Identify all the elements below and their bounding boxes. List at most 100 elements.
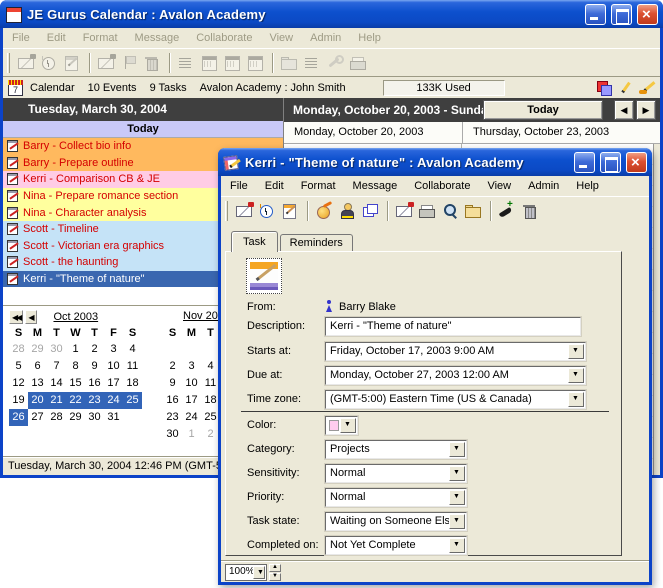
calendar-day[interactable]: 11 (123, 358, 142, 375)
calendar-day[interactable]: 10 (104, 358, 123, 375)
calendar-day[interactable]: 22 (66, 392, 85, 409)
prev-week-icon[interactable]: ◀ (614, 100, 634, 120)
calendar-day[interactable]: 1 (66, 341, 85, 358)
calendar-day[interactable]: 5 (9, 358, 28, 375)
menu-collaborate[interactable]: Collaborate (196, 32, 252, 44)
tab-task[interactable]: Task (231, 231, 278, 252)
dialog-titlebar[interactable]: Kerri - "Theme of nature" : Avalon Acade… (218, 148, 652, 176)
menu-file[interactable]: File (230, 180, 248, 192)
calendar-day[interactable]: 23 (163, 409, 182, 426)
calendar-day[interactable]: 17 (182, 392, 201, 409)
flag-icon[interactable] (119, 53, 140, 73)
calendar-day[interactable]: 14 (47, 375, 66, 392)
calendar-day[interactable]: 10 (182, 375, 201, 392)
forward-icon[interactable] (360, 201, 381, 221)
calendar-day[interactable]: 20 (28, 392, 47, 409)
calendar-day[interactable]: 28 (9, 341, 28, 358)
chevron-down-icon[interactable] (568, 368, 584, 383)
prev-year-button[interactable] (9, 310, 23, 324)
new-reminder-icon[interactable] (257, 201, 278, 221)
chevron-down-icon[interactable] (449, 538, 465, 553)
chevron-down-icon[interactable] (449, 514, 465, 529)
day-view-icon[interactable] (245, 53, 266, 73)
calendar-day[interactable]: 3 (182, 358, 201, 375)
today-button[interactable]: Today (483, 100, 603, 120)
menu-collaborate[interactable]: Collaborate (414, 180, 470, 192)
sensitivity-select[interactable]: Normal (325, 464, 467, 483)
calendar-day[interactable]: 13 (28, 375, 47, 392)
calendar-day[interactable]: 12 (9, 375, 28, 392)
day-column-header-1[interactable]: Monday, October 20, 2003 (284, 122, 462, 143)
month-link-oct[interactable]: Oct 2003 (53, 311, 98, 323)
calendar-day[interactable]: 16 (85, 375, 104, 392)
menu-format[interactable]: Format (301, 180, 336, 192)
chevron-down-icon[interactable] (340, 418, 356, 433)
calendar-day[interactable]: 4 (123, 341, 142, 358)
prev-month-button[interactable] (25, 310, 37, 324)
menu-view[interactable]: View (487, 180, 511, 192)
calendar-day[interactable]: 1 (182, 426, 201, 443)
menu-message[interactable]: Message (353, 180, 398, 192)
calendar-day[interactable]: 24 (182, 409, 201, 426)
new-task-icon[interactable] (62, 53, 83, 73)
week-view-icon[interactable] (222, 53, 243, 73)
calendar-day[interactable]: 25 (123, 392, 142, 409)
calendar-day[interactable]: 2 (85, 341, 104, 358)
toolbar-grip[interactable] (7, 53, 10, 73)
color-select[interactable] (325, 416, 358, 435)
calendar-day[interactable]: 28 (47, 409, 66, 426)
spin-down-icon[interactable] (269, 573, 281, 581)
minimize-icon[interactable] (585, 4, 606, 25)
new-reminder-icon[interactable] (39, 53, 60, 73)
menu-edit[interactable]: Edit (47, 32, 66, 44)
menu-view[interactable]: View (269, 32, 293, 44)
calendar-day[interactable]: 30 (47, 341, 66, 358)
new-task-icon[interactable] (280, 201, 301, 221)
list-view-icon[interactable] (176, 53, 197, 73)
toolbar-grip[interactable] (225, 201, 228, 221)
print-icon[interactable] (348, 53, 369, 73)
calendar-page-icon[interactable]: 7 (8, 80, 23, 96)
calendar-day[interactable]: 24 (104, 392, 123, 409)
menu-help[interactable]: Help (358, 32, 381, 44)
menu-help[interactable]: Help (576, 180, 599, 192)
calendar-day[interactable]: 26 (9, 409, 28, 426)
file-folder-icon[interactable] (279, 53, 300, 73)
calendar-day[interactable]: 27 (28, 409, 47, 426)
contact-icon[interactable] (314, 201, 335, 221)
calendar-day[interactable]: 29 (28, 341, 47, 358)
calendar-day[interactable]: 23 (85, 392, 104, 409)
menu-message[interactable]: Message (135, 32, 180, 44)
dial-icon[interactable] (497, 201, 518, 221)
next-week-icon[interactable]: ▶ (636, 100, 656, 120)
calendar-day[interactable]: 21 (47, 392, 66, 409)
tab-reminders[interactable]: Reminders (280, 234, 353, 252)
chevron-down-icon[interactable] (449, 490, 465, 505)
maximize-icon[interactable] (611, 4, 632, 25)
menu-format[interactable]: Format (83, 32, 118, 44)
task-state-select[interactable]: Waiting on Someone Else (325, 512, 467, 531)
description-input[interactable]: Kerri - "Theme of nature" (325, 317, 581, 336)
find-icon[interactable] (440, 201, 461, 221)
mail-icon[interactable] (394, 201, 415, 221)
layers-icon[interactable] (597, 81, 611, 95)
day-column-header-2[interactable]: Thursday, October 23, 2003 (462, 122, 640, 143)
new-event-icon[interactable] (234, 201, 255, 221)
month-view-icon[interactable] (199, 53, 220, 73)
calendar-day[interactable]: 18 (123, 375, 142, 392)
close-icon[interactable] (626, 152, 647, 173)
attendee-icon[interactable] (337, 201, 358, 221)
calendar-day[interactable]: 30 (85, 409, 104, 426)
calendar-day[interactable]: 6 (28, 358, 47, 375)
calendar-day[interactable]: 7 (47, 358, 66, 375)
menu-edit[interactable]: Edit (265, 180, 284, 192)
timezone-select[interactable]: (GMT-5:00) Eastern Time (US & Canada) (325, 390, 586, 409)
minimize-icon[interactable] (574, 152, 595, 173)
calendar-day[interactable]: 2 (163, 358, 182, 375)
calendar-day[interactable]: 16 (163, 392, 182, 409)
calendar-day[interactable]: 17 (104, 375, 123, 392)
completed-on-select[interactable]: Not Yet Complete (325, 536, 467, 555)
menu-file[interactable]: File (12, 32, 30, 44)
calendar-day[interactable]: 29 (66, 409, 85, 426)
main-titlebar[interactable]: JE Gurus Calendar : Avalon Academy (0, 0, 663, 28)
